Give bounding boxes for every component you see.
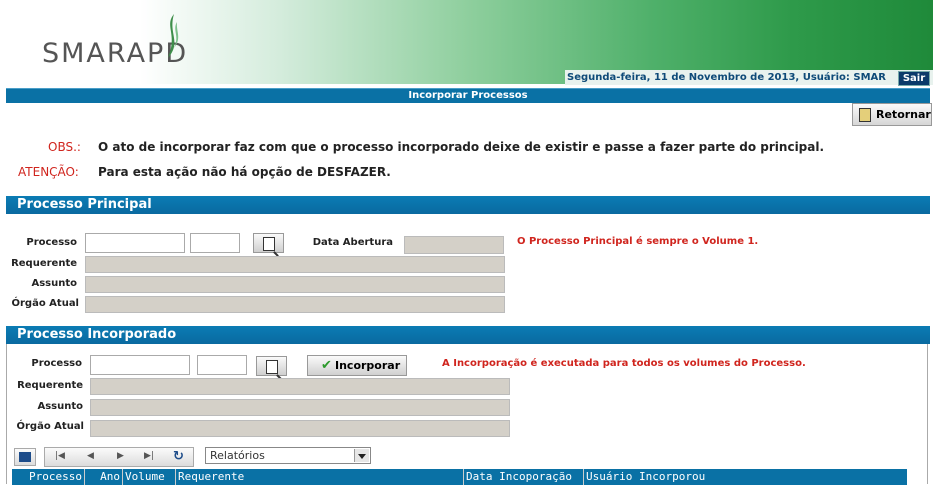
obs-text: O ato de incorporar faz com que o proces… (98, 140, 825, 154)
magnifier-icon (266, 360, 278, 374)
first-page-icon[interactable]: |◀ (55, 451, 65, 461)
incorporado-info: A Incorporação é executada para todos os… (442, 358, 806, 369)
incorporado-ano-input[interactable] (197, 355, 247, 375)
prev-page-icon[interactable]: ◀ (87, 451, 94, 461)
chevron-down-icon (354, 449, 369, 462)
incorporado-requerente-label: Requerente (17, 380, 83, 391)
incorporar-button[interactable]: ✔ Incorporar (307, 355, 407, 376)
principal-ano-input[interactable] (190, 233, 240, 253)
principal-orgao-label: Órgão Atual (11, 298, 79, 309)
checkmark-icon: ✔ (321, 358, 332, 373)
pager: |◀ ◀ ▶ ▶| ↻ (44, 447, 194, 467)
magnifier-icon (263, 237, 275, 251)
column-requerente[interactable]: Requerente (176, 469, 464, 485)
incorporado-assunto-label: Assunto (37, 401, 83, 412)
leaf-logo-icon (168, 14, 179, 58)
column-ano[interactable]: Ano (85, 469, 123, 485)
principal-assunto-label: Assunto (31, 278, 77, 289)
obs-key: OBS.: (48, 140, 81, 154)
section-principal-header: Processo Principal (6, 196, 930, 214)
reports-selected: Relatórios (210, 449, 265, 462)
column-data-incorporacao[interactable]: Data Incoporação (464, 469, 584, 485)
last-page-icon[interactable]: ▶| (144, 451, 154, 461)
return-label: Retornar (876, 108, 931, 121)
warning-key: ATENÇÃO: (18, 165, 79, 179)
door-exit-icon (859, 108, 871, 122)
incorporado-requerente-field (90, 378, 510, 395)
logout-button[interactable]: Sair (898, 71, 930, 86)
grid-header: Processo Ano Volume Requerente Data Inco… (12, 469, 907, 485)
refresh-icon[interactable]: ↻ (173, 449, 184, 464)
reports-select[interactable]: Relatórios (205, 447, 371, 464)
warning-text: Para esta ação não há opção de DESFAZER. (98, 165, 391, 179)
column-processo[interactable]: Processo (12, 469, 85, 485)
data-abertura-field (404, 236, 504, 254)
export-button[interactable] (14, 448, 36, 466)
principal-requerente-field (85, 256, 505, 273)
incorporar-label: Incorporar (335, 359, 401, 372)
incorporado-processo-input[interactable] (90, 355, 190, 375)
export-icon (19, 452, 31, 462)
date-user-info: Segunda-feira, 11 de Novembro de 2013, U… (567, 72, 886, 83)
incorporado-orgao-field (90, 420, 510, 437)
principal-info: O Processo Principal é sempre o Volume 1… (517, 236, 759, 247)
principal-assunto-field (85, 276, 505, 293)
column-volume[interactable]: Volume (123, 469, 176, 485)
principal-orgao-field (85, 296, 505, 313)
incorporado-assunto-field (90, 399, 510, 416)
return-button[interactable]: Retornar (852, 103, 932, 126)
incorporado-orgao-label: Órgão Atual (16, 421, 84, 432)
principal-processo-input[interactable] (85, 233, 185, 253)
principal-processo-label: Processo (26, 237, 77, 248)
section-incorporado-header: Processo Incorporado (6, 326, 930, 344)
column-usuario-incorporou[interactable]: Usuário Incorporou (584, 469, 907, 485)
next-page-icon[interactable]: ▶ (117, 451, 124, 461)
page-title: Incorporar Processos (6, 88, 930, 103)
principal-search-button[interactable] (253, 233, 284, 253)
incorporado-processo-label: Processo (31, 358, 82, 369)
incorporado-search-button[interactable] (256, 356, 287, 376)
principal-requerente-label: Requerente (11, 258, 77, 269)
data-abertura-label: Data Abertura (312, 237, 393, 248)
